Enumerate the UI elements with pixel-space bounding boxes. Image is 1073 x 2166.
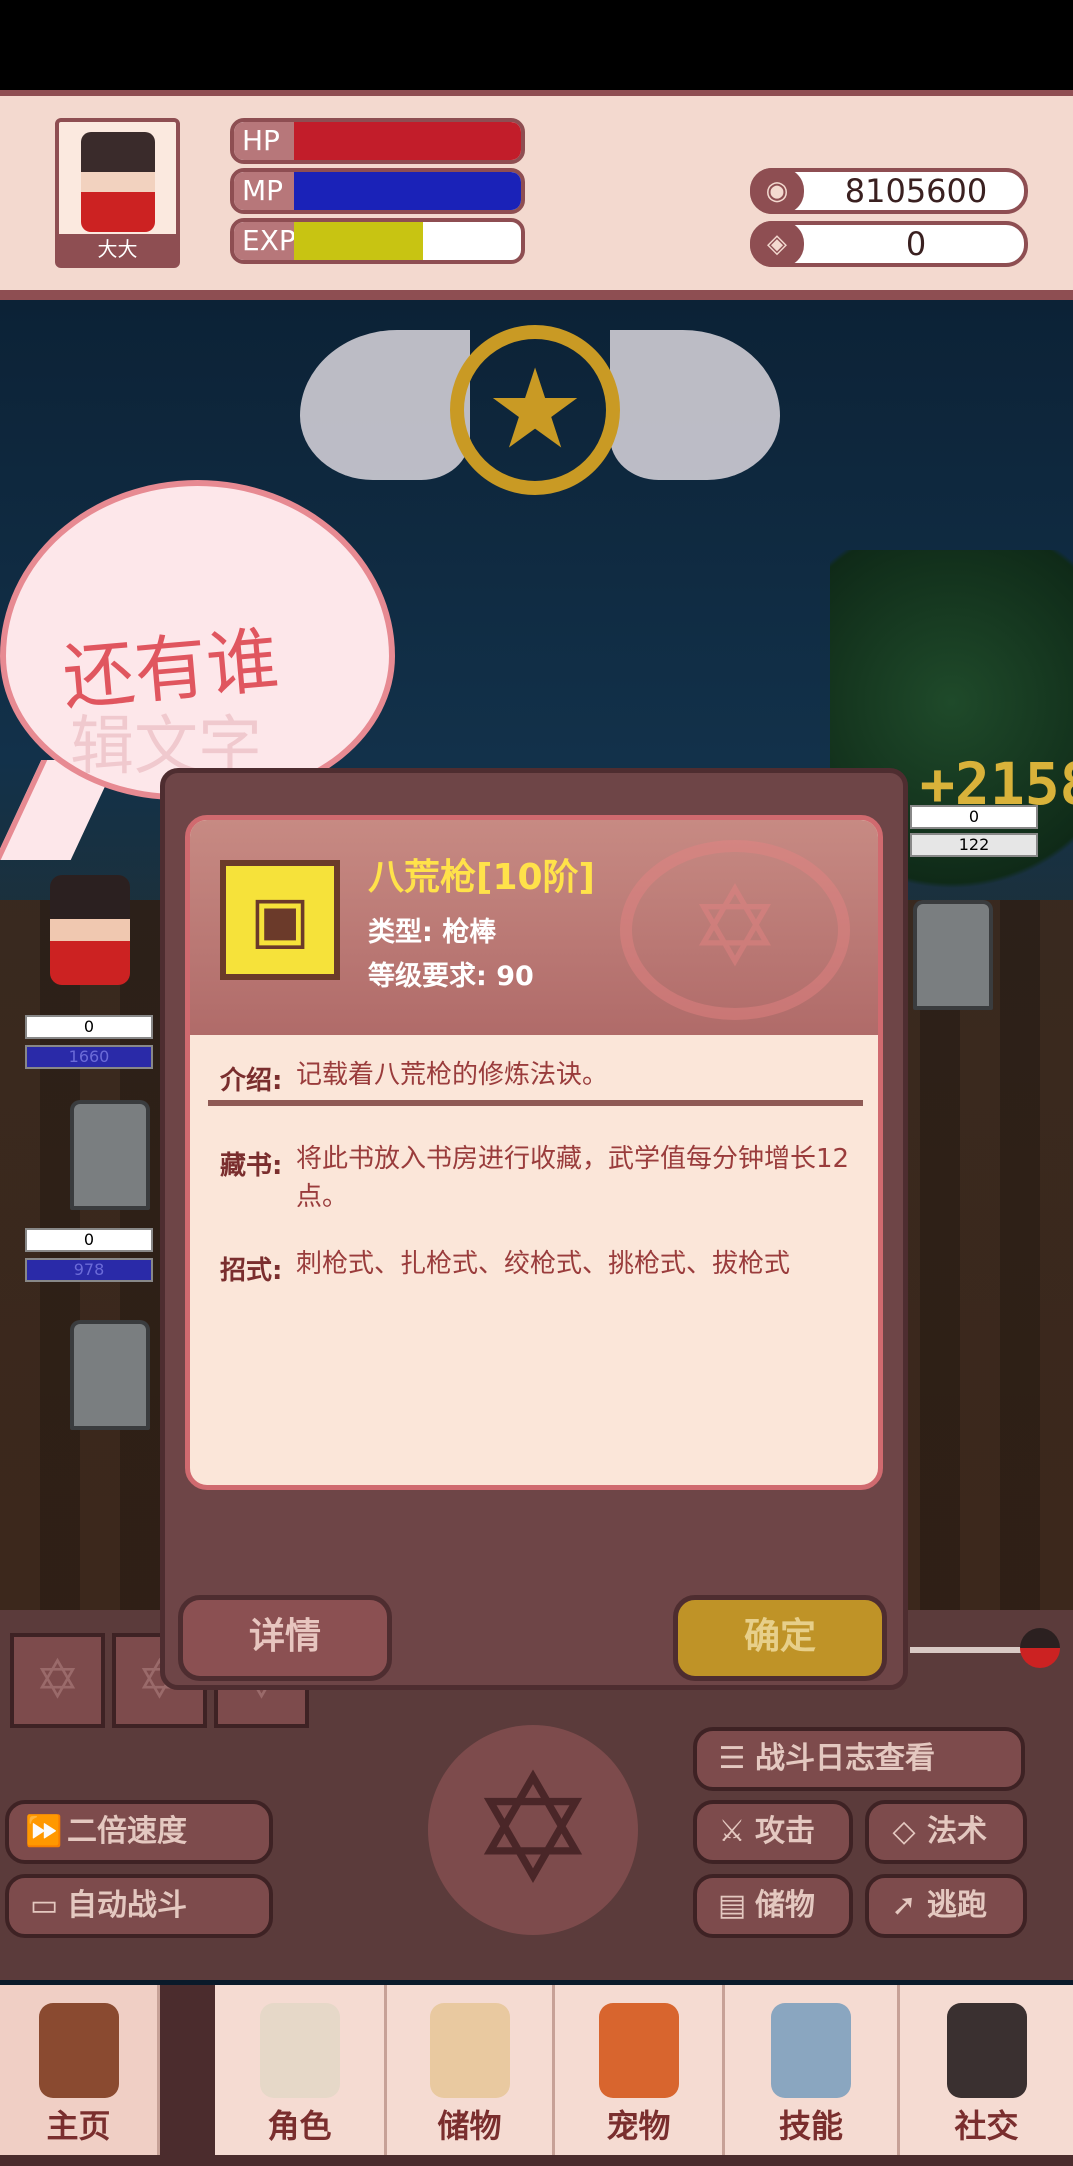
collect-text: 将此书放入书房进行收藏，武学值每分钟增长12点。 [296,1144,850,1212]
storage-button[interactable]: ▤ 储物 [693,1874,853,1938]
player-avatar[interactable]: 大大 [55,118,180,268]
nav-social[interactable]: 社交 [900,1985,1073,2155]
nav-skill[interactable]: 技能 [725,1985,900,2155]
handshake-icon [946,2003,1027,2098]
attack-button[interactable]: ⚔ 攻击 [693,1800,853,1864]
details-button[interactable]: 详情 [178,1595,392,1681]
escape-button[interactable]: ➚ 逃跑 [865,1874,1027,1938]
ally2-tombstone[interactable] [70,1320,150,1430]
enemy-tombstone[interactable] [913,900,993,1010]
pentagram-emblem-icon: ★ [450,325,620,495]
ally-mp-bar: 1660 [25,1045,153,1069]
gem-value: 0 [905,225,927,263]
avatar-portrait [81,132,155,232]
player-name: 大大 [59,234,176,264]
list-icon: ☰ [718,1741,746,1776]
nav-storage[interactable]: 储物 [387,1985,555,2155]
gate-icon [38,2003,119,2098]
gold-display: ◉ 8105600 [750,168,1028,214]
ally-hero[interactable] [50,875,130,985]
nav-role[interactable]: 角色 [215,1985,387,2155]
mp-label: MP [234,172,294,210]
escape-icon: ➚ [891,1888,917,1923]
exp-bar: EXP [230,218,525,264]
gem-icon: ◈ [750,221,804,267]
sword-icon: ⚔ [718,1814,746,1849]
turn-progress-avatar [1020,1628,1060,1668]
confirm-button[interactable]: 确定 [673,1595,887,1681]
hexagram-watermark-icon: ✡ [620,840,850,1020]
item-card: ✡ ▣ 八荒枪[10阶] 类型: 枪棒 等级要求: 90 介绍: 记载着八荒枪的… [185,815,883,1490]
hp-bar: HP [230,118,525,164]
magic-button[interactable]: ◇ 法术 [865,1800,1027,1864]
battle-log-button[interactable]: ☰ 战斗日志查看 [693,1727,1025,1791]
enemy-hp-bar: 0 [910,805,1038,829]
coin-icon: ◉ [750,168,804,214]
intro-label: 介绍: [220,1066,283,1096]
monitor-icon: ▭ [29,1888,59,1923]
ally2-hp-bar: 0 [25,1228,153,1252]
nav-home[interactable]: 主页 [0,1985,160,2155]
character-icon [259,2003,340,2098]
skill-slot-1[interactable]: ✡ [10,1633,105,1728]
fast-forward-icon: ⏩ [25,1814,63,1849]
book-icon: ▣ [220,860,340,980]
chest-icon: ▤ [717,1888,747,1923]
mp-bar: MP [230,168,525,214]
speech-bubble-text: 还有谁 [59,617,282,721]
bag-icon [429,2003,510,2098]
intro-text: 记载着八荒枪的修炼法诀。 [296,1060,609,1090]
player-status-header: 大大 HP MP EXP ◉ 8105600 ◈ 0 [0,90,1073,300]
hp-fill [294,122,521,160]
item-level-requirement: 等级要求: 90 [368,961,534,992]
moves-label: 招式: [220,1256,283,1286]
collect-label: 藏书: [220,1151,283,1181]
enemy-mp-bar: 122 [910,833,1038,857]
ally2-mp-bar: 978 [25,1258,153,1282]
item-name: 八荒枪[10阶] [368,857,596,898]
mp-fill [294,172,521,210]
hexagram-emblem-icon: ✡ [428,1725,638,1935]
moves-text: 刺枪式、扎枪式、绞枪式、挑枪式、拔枪式 [296,1249,791,1279]
item-card-header: ✡ ▣ 八荒枪[10阶] 类型: 枪棒 等级要求: 90 [190,820,878,1035]
ally-tombstone[interactable] [70,1100,150,1210]
double-speed-button[interactable]: ⏩ 二倍速度 [5,1800,273,1864]
hp-label: HP [234,122,294,160]
item-type: 类型: 枪棒 [368,917,497,948]
divider [208,1100,863,1106]
ally-hp-bar: 0 [25,1015,153,1039]
exp-fill [294,222,424,260]
fox-icon [598,2003,679,2098]
turn-progress-line [910,1647,1030,1653]
nav-pet[interactable]: 宠物 [555,1985,725,2155]
status-bar-area [0,0,1073,90]
exp-label: EXP [234,222,296,260]
blade-icon [771,2003,851,2098]
auto-battle-button[interactable]: ▭ 自动战斗 [5,1874,273,1938]
gold-value: 8105600 [844,172,988,210]
gem-display: ◈ 0 [750,221,1028,267]
diamond-icon: ◇ [892,1814,916,1849]
